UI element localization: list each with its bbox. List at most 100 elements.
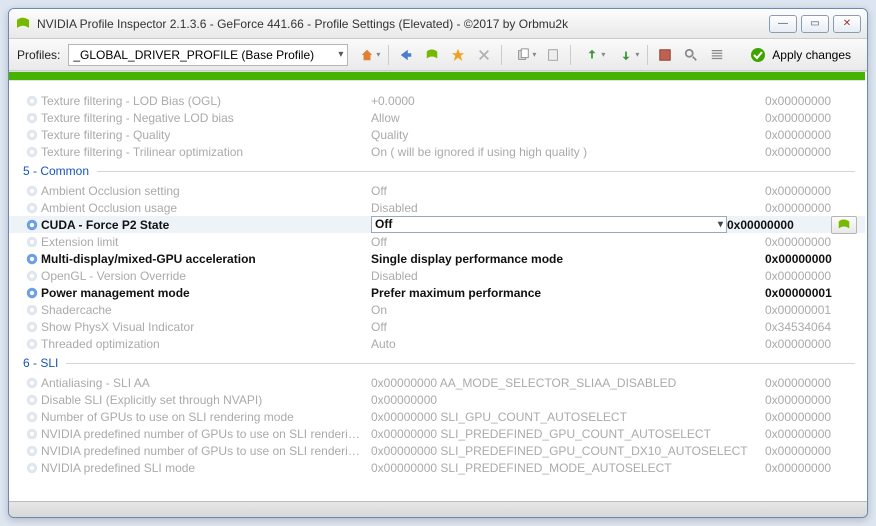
maximize-button[interactable]: ▭	[801, 15, 829, 33]
setting-row[interactable]: Ambient Occlusion usageDisabled0x0000000…	[9, 199, 865, 216]
setting-row[interactable]: Power management modePrefer maximum perf…	[9, 284, 865, 301]
check-icon	[750, 47, 766, 63]
gear-icon	[23, 111, 41, 125]
setting-name: Power management mode	[41, 286, 371, 300]
setting-value[interactable]: On ( will be ignored if using high quali…	[371, 145, 765, 159]
setting-hex: 0x00000000	[765, 427, 865, 441]
setting-name: CUDA - Force P2 State	[41, 218, 371, 232]
setting-value[interactable]: 0x00000000 SLI_PREDEFINED_GPU_COUNT_DX10…	[371, 444, 765, 458]
setting-value[interactable]: Off	[371, 235, 765, 249]
export-button[interactable]	[577, 44, 607, 66]
setting-hex: 0x00000000	[765, 376, 865, 390]
setting-value[interactable]: Disabled	[371, 201, 765, 215]
setting-row[interactable]: NVIDIA predefined SLI mode0x00000000 SLI…	[9, 459, 865, 476]
setting-row[interactable]: ShadercacheOn0x00000001	[9, 301, 865, 318]
setting-row[interactable]: Texture filtering - LOD Bias (OGL)+0.000…	[9, 92, 865, 109]
setting-value[interactable]: 0x00000000 AA_MODE_SELECTOR_SLIAA_DISABL…	[371, 376, 765, 390]
setting-row[interactable]: Texture filtering - QualityQuality0x0000…	[9, 126, 865, 143]
copy-button[interactable]	[508, 44, 538, 66]
setting-name: Multi-display/mixed-GPU acceleration	[41, 252, 371, 266]
setting-row[interactable]: Multi-display/mixed-GPU accelerationSing…	[9, 250, 865, 267]
setting-row[interactable]: Disable SLI (Explicitly set through NVAP…	[9, 391, 865, 408]
import-button[interactable]	[611, 44, 641, 66]
paste-button[interactable]	[542, 44, 564, 66]
home-button[interactable]	[352, 44, 382, 66]
section-rule	[66, 363, 855, 364]
setting-row[interactable]: NVIDIA predefined number of GPUs to use …	[9, 425, 865, 442]
setting-name: NVIDIA predefined number of GPUs to use …	[41, 444, 371, 458]
setting-value[interactable]: Auto	[371, 337, 765, 351]
list-button[interactable]	[706, 44, 728, 66]
setting-row[interactable]: CUDA - Force P2 StateOff0x00000000	[9, 216, 865, 233]
setting-row[interactable]: Show PhysX Visual IndicatorOff0x34534064	[9, 318, 865, 335]
setting-row[interactable]: Extension limitOff0x00000000	[9, 233, 865, 250]
setting-row[interactable]: Texture filtering - Negative LOD biasAll…	[9, 109, 865, 126]
setting-name: Texture filtering - LOD Bias (OGL)	[41, 94, 371, 108]
gear-icon	[23, 252, 41, 266]
setting-hex: 0x00000000	[765, 201, 865, 215]
gear-icon	[23, 427, 41, 441]
gear-icon	[23, 235, 41, 249]
setting-hex: 0x00000000	[765, 94, 865, 108]
gear-icon	[23, 201, 41, 215]
setting-row[interactable]: Threaded optimizationAuto0x00000000	[9, 335, 865, 352]
settings-grid[interactable]: Texture filtering - LOD Bias (OGL)+0.000…	[9, 72, 867, 501]
gear-icon	[23, 410, 41, 424]
setting-hex: 0x00000000	[727, 218, 827, 232]
setting-value[interactable]: 0x00000000 SLI_GPU_COUNT_AUTOSELECT	[371, 410, 765, 424]
delete-button[interactable]	[473, 44, 495, 66]
setting-value[interactable]: Single display performance mode	[371, 252, 765, 266]
gear-icon	[23, 145, 41, 159]
section-title: 5 - Common	[23, 164, 89, 178]
minimize-button[interactable]: ―	[769, 15, 797, 33]
separator	[501, 45, 502, 65]
setting-hex: 0x00000001	[765, 286, 865, 300]
gear-icon	[23, 184, 41, 198]
window-controls: ― ▭ ✕	[769, 15, 861, 33]
setting-row[interactable]: Number of GPUs to use on SLI rendering m…	[9, 408, 865, 425]
profile-select[interactable]: _GLOBAL_DRIVER_PROFILE (Base Profile)	[68, 44, 348, 66]
setting-value[interactable]: Prefer maximum performance	[371, 286, 765, 300]
setting-name: Texture filtering - Trilinear optimizati…	[41, 145, 371, 159]
setting-value[interactable]: 0x00000000 SLI_PREDEFINED_GPU_COUNT_AUTO…	[371, 427, 765, 441]
nvidia-button[interactable]	[421, 44, 443, 66]
setting-value[interactable]: On	[371, 303, 765, 317]
section-header: 6 - SLI	[9, 352, 865, 374]
nvidia-badge[interactable]	[831, 216, 857, 234]
setting-row[interactable]: Ambient Occlusion settingOff0x00000000	[9, 182, 865, 199]
setting-row[interactable]: Texture filtering - Trilinear optimizati…	[9, 143, 865, 160]
setting-row[interactable]: NVIDIA predefined number of GPUs to use …	[9, 442, 865, 459]
close-button[interactable]: ✕	[833, 15, 861, 33]
setting-name: Number of GPUs to use on SLI rendering m…	[41, 410, 371, 424]
category-header-bar	[9, 72, 865, 80]
setting-value[interactable]: Allow	[371, 111, 765, 125]
section-title: 6 - SLI	[23, 356, 58, 370]
setting-value[interactable]: Off	[371, 184, 765, 198]
setting-row[interactable]: Antialiasing - SLI AA0x00000000 AA_MODE_…	[9, 374, 865, 391]
setting-value[interactable]: Off	[371, 216, 727, 233]
setting-row[interactable]: OpenGL - Version OverrideDisabled0x00000…	[9, 267, 865, 284]
setting-value[interactable]: Off	[371, 320, 765, 334]
star-button[interactable]	[447, 44, 469, 66]
setting-name: Show PhysX Visual Indicator	[41, 320, 371, 334]
setting-hex: 0x00000000	[765, 393, 865, 407]
separator	[647, 45, 648, 65]
back-button[interactable]	[395, 44, 417, 66]
setting-value[interactable]: Disabled	[371, 269, 765, 283]
setting-value[interactable]: 0x00000000 SLI_PREDEFINED_MODE_AUTOSELEC…	[371, 461, 765, 475]
apply-changes-button[interactable]: Apply changes	[742, 43, 859, 67]
save-button[interactable]	[654, 44, 676, 66]
setting-value[interactable]: Quality	[371, 128, 765, 142]
partial-row	[9, 80, 865, 92]
magnify-button[interactable]	[680, 44, 702, 66]
section-header: 5 - Common	[9, 160, 865, 182]
gear-icon	[23, 286, 41, 300]
setting-value[interactable]: +0.0000	[371, 94, 765, 108]
setting-name: NVIDIA predefined SLI mode	[41, 461, 371, 475]
setting-name: Disable SLI (Explicitly set through NVAP…	[41, 393, 371, 407]
window-title: NVIDIA Profile Inspector 2.1.3.6 - GeFor…	[37, 17, 769, 31]
gear-icon	[23, 393, 41, 407]
setting-name: Antialiasing - SLI AA	[41, 376, 371, 390]
setting-value[interactable]: 0x00000000	[371, 393, 765, 407]
profiles-label: Profiles:	[17, 48, 60, 62]
